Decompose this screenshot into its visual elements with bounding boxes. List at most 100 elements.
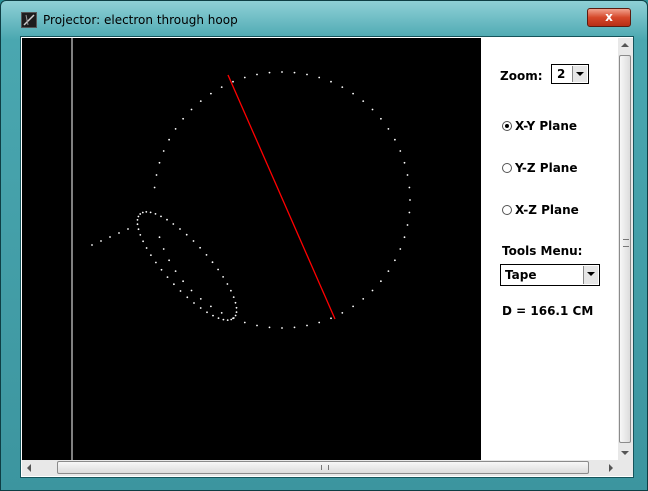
dot <box>155 174 158 176</box>
scroll-up-icon[interactable] <box>621 43 629 47</box>
scroll-right-icon[interactable] <box>609 464 613 472</box>
radio-button-icon[interactable] <box>502 163 512 173</box>
dot <box>206 311 208 314</box>
dot <box>399 150 402 152</box>
dot <box>406 224 409 226</box>
dot <box>318 321 321 324</box>
dot <box>222 318 225 321</box>
dot <box>243 321 246 324</box>
dot <box>174 270 177 272</box>
tools-select[interactable]: Tape <box>500 264 600 286</box>
plane-label-xz: X-Z Plane <box>515 203 579 217</box>
dot <box>145 247 148 249</box>
app-window: Projector: electron through hoop x Zoom:… <box>0 0 648 491</box>
dot <box>281 327 283 329</box>
electron-track-dots <box>91 211 238 321</box>
client-area: Zoom: 2 X-Y Plane Y-Z Plane X-Z Plane To… <box>20 36 634 478</box>
dot <box>394 259 396 262</box>
vertical-scrollbar[interactable] <box>618 38 633 460</box>
projection-canvas[interactable] <box>22 38 481 460</box>
dot <box>162 150 165 152</box>
dot <box>226 319 229 321</box>
dot <box>168 138 171 141</box>
dot <box>256 324 258 327</box>
scroll-down-icon[interactable] <box>621 451 629 455</box>
dot <box>210 305 212 308</box>
dot <box>179 290 182 292</box>
dot <box>199 246 202 249</box>
dot <box>387 270 390 272</box>
dot <box>162 248 165 250</box>
dot <box>256 73 258 76</box>
dot <box>186 296 189 299</box>
chevron-down-icon[interactable] <box>583 266 598 284</box>
dot <box>212 314 214 317</box>
dot <box>380 117 382 120</box>
dot <box>137 215 140 218</box>
plane-label-xy: X-Y Plane <box>515 119 578 133</box>
dot <box>403 161 406 164</box>
radio-button-icon[interactable] <box>502 121 512 131</box>
dot <box>341 312 344 314</box>
chevron-down-icon[interactable] <box>572 66 587 82</box>
dot <box>362 298 365 300</box>
dot <box>137 228 140 231</box>
dot <box>220 86 223 88</box>
distance-readout: D = 166.1 CM <box>502 304 594 318</box>
dot <box>118 232 120 234</box>
dot <box>406 174 409 176</box>
grip-icon <box>321 465 329 470</box>
dot <box>222 276 225 278</box>
grip-icon <box>623 239 629 247</box>
horizontal-scrollbar[interactable] <box>22 460 618 476</box>
dot <box>232 80 234 83</box>
scroll-left-icon[interactable] <box>27 464 31 472</box>
title-bar[interactable]: Projector: electron through hoop x <box>1 1 647 35</box>
dot <box>158 236 161 239</box>
dot <box>235 311 238 313</box>
dot <box>173 283 175 286</box>
dot <box>403 236 406 239</box>
projection-scene[interactable] <box>22 38 481 460</box>
close-button[interactable]: x <box>587 8 631 27</box>
zoom-select[interactable]: 2 <box>551 64 589 84</box>
dot <box>158 161 161 164</box>
dot <box>199 298 202 300</box>
dot <box>139 213 142 215</box>
dot <box>193 302 195 304</box>
dot <box>190 289 193 292</box>
dot <box>179 228 181 230</box>
vertical-scroll-thumb[interactable] <box>619 55 631 443</box>
dot <box>141 211 144 214</box>
dot <box>190 108 193 111</box>
dot <box>139 234 142 236</box>
dot <box>168 259 171 262</box>
dot <box>268 326 271 329</box>
dot <box>199 307 202 309</box>
radio-button-icon[interactable] <box>502 205 512 215</box>
dot <box>330 80 332 83</box>
dot <box>150 254 152 256</box>
dot <box>155 261 157 264</box>
dot <box>153 186 156 189</box>
dot <box>243 76 246 79</box>
dot <box>230 289 232 292</box>
dot <box>109 236 111 238</box>
dot <box>100 240 102 242</box>
dot <box>182 117 185 120</box>
dot <box>220 312 223 314</box>
zoom-value: 2 <box>557 67 566 81</box>
dot <box>362 100 365 102</box>
dot <box>232 296 235 298</box>
dot <box>160 268 163 271</box>
dot <box>408 186 411 189</box>
dot <box>211 261 214 264</box>
tape-measure-line <box>227 74 336 320</box>
dot <box>91 244 93 246</box>
horizontal-scroll-thumb[interactable] <box>57 461 589 474</box>
dot <box>387 128 390 130</box>
dot <box>352 92 354 95</box>
dot <box>352 305 354 308</box>
dot <box>142 240 144 243</box>
dot <box>199 100 202 102</box>
